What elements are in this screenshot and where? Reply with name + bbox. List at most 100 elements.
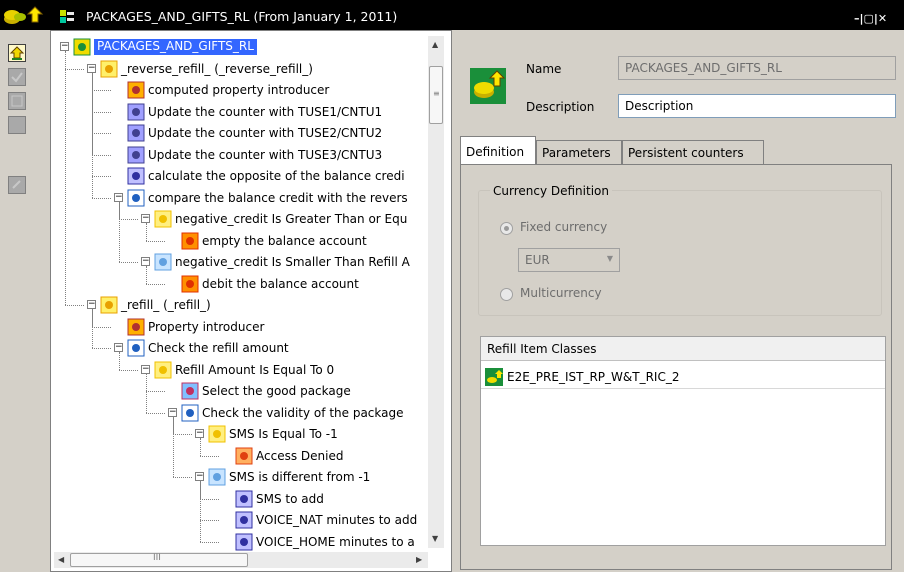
tree-node[interactable]: Select the good package bbox=[51, 381, 451, 401]
collapse-toggle-icon[interactable]: − bbox=[141, 364, 150, 374]
tree-node[interactable]: − PACKAGES_AND_GIFTS_RL bbox=[51, 37, 451, 57]
deny-icon bbox=[235, 447, 253, 464]
tab-parameters[interactable]: Parameters bbox=[536, 140, 622, 164]
tree-node-label: debit the balance account bbox=[202, 276, 359, 291]
scroll-left-arrow-icon[interactable]: ◀ bbox=[58, 555, 64, 564]
counter-icon bbox=[127, 124, 145, 142]
blank-button[interactable] bbox=[8, 116, 26, 134]
collapse-toggle-icon[interactable]: − bbox=[114, 343, 123, 352]
table-row[interactable]: E2E_PRE_IST_RP_W&T_RIC_2 bbox=[481, 365, 885, 389]
tree-node[interactable]: debit the balance account bbox=[51, 274, 451, 294]
blank-icon bbox=[9, 117, 25, 133]
fixed-currency-radio[interactable] bbox=[500, 222, 513, 235]
package-large-icon bbox=[470, 68, 506, 104]
move-up-button[interactable] bbox=[8, 44, 26, 62]
package-app-icon[interactable] bbox=[2, 4, 46, 28]
package-icon bbox=[73, 38, 91, 56]
name-label: Name bbox=[526, 62, 562, 76]
tree-node[interactable]: − SMS Is Equal To -1 bbox=[51, 424, 451, 444]
scroll-right-arrow-icon[interactable]: ▶ bbox=[416, 555, 422, 564]
collapse-toggle-icon[interactable]: − bbox=[141, 257, 150, 266]
validate-button[interactable] bbox=[8, 68, 26, 86]
tree-node[interactable]: − negative_credit Is Greater Than or Equ bbox=[51, 209, 451, 229]
up-arrow-icon bbox=[9, 46, 25, 60]
collapse-toggle-icon[interactable]: − bbox=[114, 192, 123, 202]
tree-node-label: computed property introducer bbox=[148, 83, 330, 97]
tree-node[interactable]: empty the balance account bbox=[51, 231, 451, 251]
calc-icon bbox=[235, 511, 253, 529]
tree-node[interactable]: Update the counter with TUSE3/CNTU3 bbox=[51, 145, 451, 165]
sun-icon bbox=[208, 425, 226, 443]
tree-node-label: _reverse_refill_ (_reverse_refill_) bbox=[121, 61, 313, 76]
tree-node-label: Refill Amount Is Equal To 0 bbox=[175, 362, 335, 377]
property-icon bbox=[127, 81, 145, 99]
tree-node[interactable]: Update the counter with TUSE2/CNTU2 bbox=[51, 123, 451, 143]
tree-node[interactable]: − negative_credit Is Smaller Than Refill … bbox=[51, 252, 451, 272]
tree-content: − PACKAGES_AND_GIFTS_RL − _reverse_refill_ … bbox=[51, 31, 451, 571]
description-label: Description bbox=[526, 100, 595, 114]
property-icon bbox=[127, 318, 145, 335]
tree-node[interactable]: VOICE_NAT minutes to add bbox=[51, 510, 451, 530]
tree-node-label: Property introducer bbox=[148, 319, 265, 334]
tree-node[interactable]: − Refill Amount Is Equal To 0 bbox=[51, 360, 451, 380]
tree-node[interactable]: − SMS is different from -1 bbox=[51, 467, 451, 487]
vertical-scroll-thumb[interactable]: ≡ bbox=[429, 66, 443, 124]
refresh-button[interactable] bbox=[8, 176, 26, 194]
tree-node[interactable]: − _refill_ (_refill_) bbox=[51, 295, 451, 315]
horizontal-scroll-thumb[interactable]: III bbox=[70, 553, 248, 567]
currency-select[interactable]: EUR ▼ bbox=[518, 248, 620, 272]
collapse-toggle-icon[interactable]: − bbox=[87, 63, 96, 73]
tree-node[interactable]: − _reverse_refill_ (_reverse_refill_) bbox=[51, 59, 451, 79]
compare-icon bbox=[127, 189, 145, 206]
function-icon bbox=[100, 60, 118, 77]
window-controls[interactable]: –|▢|✕ bbox=[854, 12, 904, 26]
collapse-toggle-icon[interactable]: − bbox=[195, 429, 204, 438]
tree-node[interactable]: calculate the opposite of the balance cr… bbox=[51, 166, 451, 186]
name-field[interactable]: PACKAGES_AND_GIFTS_RL bbox=[618, 56, 896, 80]
scroll-up-arrow-icon[interactable]: ▲ bbox=[432, 40, 438, 49]
refill-item-classes-table[interactable]: Refill Item Classes E2E_PRE_IST_RP_W&T_R… bbox=[480, 336, 886, 546]
multicurrency-radio[interactable] bbox=[500, 288, 513, 301]
tree-node[interactable]: − Check the validity of the package bbox=[51, 403, 451, 423]
tree-node[interactable]: Access Denied bbox=[51, 446, 451, 466]
collapse-toggle-icon[interactable]: − bbox=[195, 472, 204, 481]
rule-tree[interactable]: − PACKAGES_AND_GIFTS_RL − _reverse_refill_ … bbox=[50, 30, 452, 572]
statistics-button[interactable] bbox=[8, 92, 26, 110]
tree-vertical-scrollbar[interactable]: ▲ ≡ ▼ bbox=[428, 36, 444, 548]
tree-node[interactable]: Update the counter with TUSE1/CNTU1 bbox=[51, 102, 451, 122]
tree-node-label: Select the good package bbox=[202, 384, 351, 398]
st-icon bbox=[11, 95, 23, 107]
sun-icon bbox=[154, 210, 172, 228]
counter-icon bbox=[127, 146, 145, 163]
collapse-toggle-icon[interactable]: − bbox=[60, 42, 69, 51]
tree-node-label: empty the balance account bbox=[202, 233, 367, 248]
moon-icon bbox=[154, 253, 172, 271]
dropdown-arrow-icon: ▼ bbox=[606, 254, 613, 263]
tree-node-label: negative_credit Is Greater Than or Equ bbox=[175, 212, 408, 226]
compare-icon bbox=[181, 404, 199, 421]
hscroll-grip: III bbox=[153, 553, 161, 563]
multicurrency-label: Multicurrency bbox=[520, 286, 602, 300]
tree-node[interactable]: SMS to add bbox=[51, 489, 451, 509]
description-field[interactable]: Description bbox=[618, 94, 896, 118]
tree-node-label: Access Denied bbox=[256, 448, 344, 463]
action-icon bbox=[181, 275, 199, 292]
title-bar: PACKAGES_AND_GIFTS_RL (From January 1, 2… bbox=[0, 0, 904, 30]
collapse-toggle-icon[interactable]: − bbox=[168, 407, 177, 417]
scroll-down-arrow-icon[interactable]: ▼ bbox=[432, 534, 438, 543]
tab-definition[interactable]: Definition bbox=[460, 136, 536, 164]
tree-node-label: Check the refill amount bbox=[148, 341, 289, 355]
tab-persistent-counters[interactable]: Persistent counters bbox=[622, 140, 764, 164]
function-icon bbox=[100, 296, 118, 314]
tree-node[interactable]: computed property introducer bbox=[51, 80, 451, 100]
tree-node[interactable]: − Check the refill amount bbox=[51, 338, 451, 358]
collapse-toggle-icon[interactable]: − bbox=[87, 300, 96, 309]
tree-node-label: Update the counter with TUSE3/CNTU3 bbox=[148, 147, 383, 162]
tree-horizontal-scrollbar[interactable]: ◀ III ▶ bbox=[54, 552, 428, 568]
tree-node[interactable]: Property introducer bbox=[51, 317, 451, 337]
collapse-toggle-icon[interactable]: − bbox=[141, 214, 150, 223]
refill-item-class-label: E2E_PRE_IST_RP_W&T_RIC_2 bbox=[507, 370, 680, 384]
tree-node[interactable]: VOICE_HOME minutes to a bbox=[51, 532, 451, 552]
tree-node[interactable]: − compare the balance credit with the rev… bbox=[51, 188, 451, 208]
grip-icon: ≡ bbox=[433, 89, 440, 98]
